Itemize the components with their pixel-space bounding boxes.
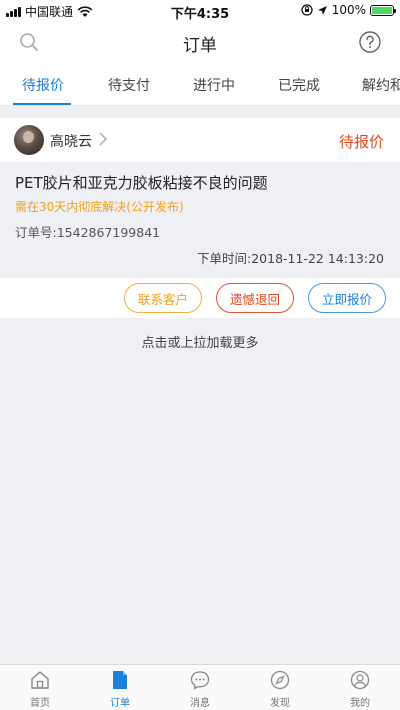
load-more-link[interactable]: 点击或上拉加载更多: [0, 332, 400, 351]
quote-now-button[interactable]: 立即报价: [308, 283, 386, 313]
message-icon: [190, 671, 210, 690]
order-number: 订单号:1542867199841: [15, 225, 161, 240]
bottom-nav: 首页 订单 消息 发现 我的: [0, 664, 400, 710]
tab-in-progress[interactable]: 进行中: [193, 75, 235, 95]
order-card-header[interactable]: 高晓云 待报价: [0, 118, 400, 162]
order-status-badge: 待报价: [338, 133, 384, 151]
nav-home-label: 首页: [30, 698, 50, 709]
tab-completed[interactable]: 已完成: [278, 75, 320, 95]
orders-screen: 中国联通 下午4:35 100% 订单 待报价 待支付 进行中 已完成 解约和 …: [0, 0, 400, 710]
page-title: 订单: [183, 36, 217, 56]
location-icon: [317, 5, 327, 15]
avatar[interactable]: [14, 125, 44, 155]
order-title: PET胶片和亚克力胶板粘接不良的问题: [15, 174, 268, 192]
order-card-body[interactable]: PET胶片和亚克力胶板粘接不良的问题 需在30天内彻底解决(公开发布) 订单号:…: [0, 162, 400, 272]
customer-name[interactable]: 高晓云: [50, 131, 92, 151]
nav-profile-label: 我的: [350, 698, 370, 709]
chevron-right-icon: [99, 132, 107, 146]
nav-profile[interactable]: 我的: [330, 669, 390, 709]
nav-header: 订单: [0, 22, 400, 62]
battery-percent: 100%: [331, 3, 366, 17]
compass-icon: [270, 670, 290, 690]
decline-return-button[interactable]: 遗憾退回: [216, 283, 294, 313]
battery-icon: [370, 4, 396, 16]
order-status-tabs: 待报价 待支付 进行中 已完成 解约和: [0, 62, 400, 106]
nav-discover-label: 发现: [270, 698, 290, 709]
rotation-lock-icon: [301, 4, 313, 16]
tab-pending-quote[interactable]: 待报价: [22, 75, 64, 95]
tab-pending-payment[interactable]: 待支付: [108, 75, 150, 95]
nav-home[interactable]: 首页: [10, 669, 70, 709]
contact-customer-button[interactable]: 联系客户: [124, 283, 202, 313]
active-tab-indicator: [13, 103, 71, 105]
home-icon: [31, 671, 49, 689]
help-icon[interactable]: [358, 30, 382, 54]
order-icon: [113, 671, 127, 689]
order-actions: 联系客户 遗憾退回 立即报价: [0, 278, 400, 318]
nav-orders-label: 订单: [110, 698, 130, 709]
nav-discover[interactable]: 发现: [250, 669, 310, 709]
nav-orders[interactable]: 订单: [90, 669, 150, 709]
order-time: 下单时间:2018-11-22 14:13:20: [197, 251, 384, 266]
order-deadline-note: 需在30天内彻底解决(公开发布): [15, 200, 184, 214]
tab-terminated[interactable]: 解约和: [362, 75, 400, 95]
status-bar: 中国联通 下午4:35 100%: [0, 0, 400, 22]
profile-icon: [350, 670, 370, 690]
nav-messages-label: 消息: [190, 698, 210, 709]
nav-messages[interactable]: 消息: [170, 669, 230, 709]
